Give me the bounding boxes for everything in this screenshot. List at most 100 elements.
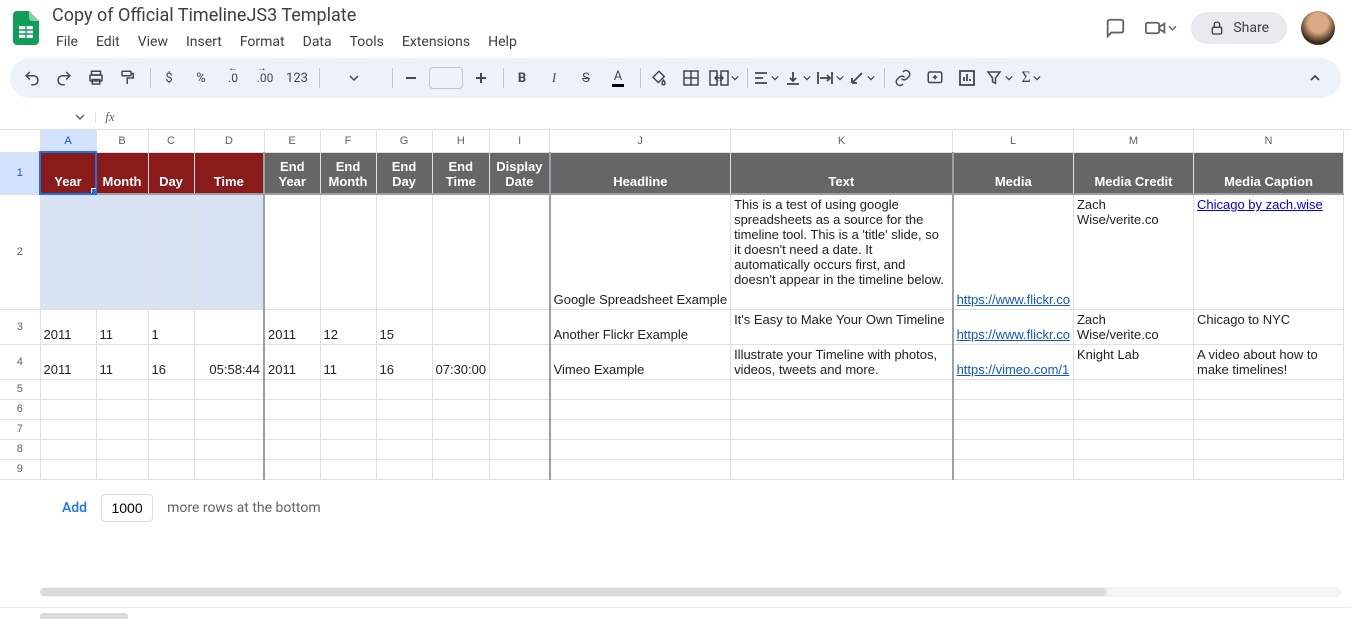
cell-C6[interactable]	[148, 399, 194, 419]
functions-icon[interactable]: Σ	[1017, 64, 1045, 92]
cell-J6[interactable]	[550, 399, 731, 419]
cell-F3[interactable]: 12	[320, 309, 376, 344]
header-cell-L[interactable]: Media	[953, 152, 1074, 194]
cell-L2[interactable]: https://www.flickr.co	[953, 194, 1074, 309]
row-header-2[interactable]: 2	[0, 194, 40, 309]
cell-K9[interactable]	[731, 459, 953, 479]
cell-H7[interactable]	[432, 419, 490, 439]
increase-decimal-button[interactable]: .00→	[251, 64, 279, 92]
insert-chart-icon[interactable]	[953, 64, 981, 92]
col-header-C[interactable]: C	[148, 130, 194, 152]
cell-J8[interactable]	[550, 439, 731, 459]
cell-I5[interactable]	[490, 379, 550, 399]
comments-icon[interactable]	[1099, 12, 1131, 44]
name-box[interactable]	[0, 112, 96, 122]
share-button[interactable]: Share	[1191, 12, 1287, 44]
col-header-J[interactable]: J	[550, 130, 731, 152]
cell-H5[interactable]	[432, 379, 490, 399]
cell-D3[interactable]	[194, 309, 264, 344]
cell-A7[interactable]	[40, 419, 96, 439]
header-cell-K[interactable]: Text	[731, 152, 953, 194]
menu-format[interactable]: Format	[232, 30, 293, 54]
decrease-font-icon[interactable]	[397, 64, 425, 92]
print-icon[interactable]	[82, 64, 110, 92]
more-formats-button[interactable]: 123	[283, 64, 311, 92]
col-header-E[interactable]: E	[264, 130, 320, 152]
col-header-D[interactable]: D	[194, 130, 264, 152]
header-cell-J[interactable]: Headline	[550, 152, 731, 194]
cell-L9[interactable]	[953, 459, 1074, 479]
cell-I7[interactable]	[490, 419, 550, 439]
h-align-button[interactable]	[752, 64, 780, 92]
formula-bar[interactable]	[124, 104, 1351, 129]
cell-H6[interactable]	[432, 399, 490, 419]
cell-F7[interactable]	[320, 419, 376, 439]
cell-F4[interactable]: 11	[320, 344, 376, 379]
cell-D7[interactable]	[194, 419, 264, 439]
cell-I2[interactable]	[490, 194, 550, 309]
cell-M3[interactable]: Zach Wise/verite.co	[1073, 309, 1193, 344]
menu-view[interactable]: View	[130, 30, 176, 54]
cell-B2[interactable]	[96, 194, 148, 309]
menu-help[interactable]: Help	[480, 30, 525, 54]
account-avatar[interactable]	[1301, 11, 1335, 45]
cell-N6[interactable]	[1193, 399, 1343, 419]
menu-insert[interactable]: Insert	[178, 30, 230, 54]
increase-font-icon[interactable]	[467, 64, 495, 92]
cell-M5[interactable]	[1073, 379, 1193, 399]
sheets-logo[interactable]	[8, 10, 44, 46]
cell-I9[interactable]	[490, 459, 550, 479]
cell-C9[interactable]	[148, 459, 194, 479]
cell-D4[interactable]: 05:58:44	[194, 344, 264, 379]
cell-K5[interactable]	[731, 379, 953, 399]
cell-E9[interactable]	[264, 459, 320, 479]
cell-B7[interactable]	[96, 419, 148, 439]
cell-B8[interactable]	[96, 439, 148, 459]
doc-title[interactable]: Copy of Official TimelineJS3 Template	[48, 3, 1099, 28]
col-header-L[interactable]: L	[953, 130, 1074, 152]
currency-button[interactable]: $	[155, 64, 183, 92]
cell-A5[interactable]	[40, 379, 96, 399]
cell-N3[interactable]: Chicago to NYC	[1193, 309, 1343, 344]
cell-A8[interactable]	[40, 439, 96, 459]
cell-M4[interactable]: Knight Lab	[1073, 344, 1193, 379]
cell-C3[interactable]: 1	[148, 309, 194, 344]
menu-extensions[interactable]: Extensions	[394, 30, 478, 54]
sheet-tab[interactable]	[40, 613, 128, 619]
cell-B3[interactable]: 11	[96, 309, 148, 344]
cell-F9[interactable]	[320, 459, 376, 479]
cell-H8[interactable]	[432, 439, 490, 459]
percent-button[interactable]: %	[187, 64, 215, 92]
col-header-K[interactable]: K	[731, 130, 953, 152]
cell-D5[interactable]	[194, 379, 264, 399]
cell-J9[interactable]	[550, 459, 731, 479]
collapse-toolbar-icon[interactable]	[1301, 64, 1329, 92]
col-header-M[interactable]: M	[1073, 130, 1193, 152]
cell-K4[interactable]: Illustrate your Timeline with photos, vi…	[731, 344, 953, 379]
cell-G6[interactable]	[376, 399, 432, 419]
cell-N2[interactable]: Chicago by zach.wise	[1193, 194, 1343, 309]
paint-format-icon[interactable]	[114, 64, 142, 92]
row-header-7[interactable]: 7	[0, 419, 40, 439]
cell-I4[interactable]	[490, 344, 550, 379]
meet-icon[interactable]	[1145, 12, 1177, 44]
cell-B9[interactable]	[96, 459, 148, 479]
cell-M2[interactable]: Zach Wise/verite.co	[1073, 194, 1193, 309]
font-select[interactable]	[324, 64, 384, 92]
col-header-G[interactable]: G	[376, 130, 432, 152]
cell-B5[interactable]	[96, 379, 148, 399]
cell-N7[interactable]	[1193, 419, 1343, 439]
cell-K2[interactable]: This is a test of using google spreadshe…	[731, 194, 953, 309]
cell-G2[interactable]	[376, 194, 432, 309]
col-header-N[interactable]: N	[1193, 130, 1343, 152]
cell-H4[interactable]: 07:30:00	[432, 344, 490, 379]
cell-L3[interactable]: https://www.flickr.co	[953, 309, 1074, 344]
cell-A9[interactable]	[40, 459, 96, 479]
header-cell-F[interactable]: End Month	[320, 152, 376, 194]
cell-M7[interactable]	[1073, 419, 1193, 439]
cell-L4[interactable]: https://vimeo.com/1	[953, 344, 1074, 379]
menu-data[interactable]: Data	[295, 30, 340, 54]
header-cell-D[interactable]: Time	[194, 152, 264, 194]
cell-G4[interactable]: 16	[376, 344, 432, 379]
cell-N5[interactable]	[1193, 379, 1343, 399]
